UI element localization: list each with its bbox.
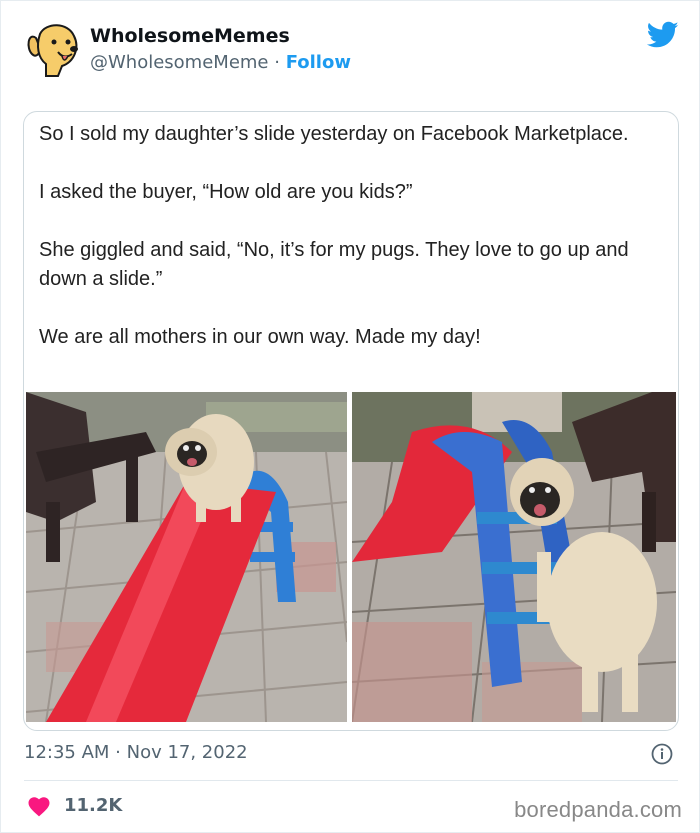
- pug-by-ladder-photo: [352, 392, 676, 722]
- watermark: boredpanda.com: [514, 797, 682, 822]
- meme-line: We are all mothers in our own way. Made …: [39, 326, 481, 348]
- meme-line: She giggled and said, “No, it’s for my p…: [39, 239, 629, 290]
- handle-row: @WholesomeMeme · Follow: [90, 52, 351, 73]
- tweet-timestamp[interactable]: 12:35 AM · Nov 17, 2022: [24, 742, 248, 763]
- like-count[interactable]: 11.2K: [64, 795, 122, 816]
- heart-icon[interactable]: [27, 795, 51, 817]
- handle[interactable]: @WholesomeMeme: [90, 52, 269, 73]
- meme-line: So I sold my daughter’s slide yesterday …: [39, 123, 629, 145]
- twitter-bird-icon[interactable]: [646, 21, 679, 49]
- display-name[interactable]: WholesomeMemes: [90, 25, 290, 47]
- meme-line: I asked the buyer, “How old are you kids…: [39, 181, 413, 203]
- tweet-header: WholesomeMemes @WholesomeMeme · Follow: [24, 18, 684, 84]
- meme-image[interactable]: So I sold my daughter’s slide yesterday …: [23, 111, 679, 731]
- info-icon[interactable]: [651, 743, 673, 765]
- pug-on-slide-photo: [26, 392, 347, 722]
- avatar[interactable]: [24, 18, 84, 78]
- divider: [24, 780, 678, 781]
- tweet-card: WholesomeMemes @WholesomeMeme · Follow S…: [0, 0, 700, 833]
- follow-button[interactable]: Follow: [286, 52, 351, 73]
- meme-caption: So I sold my daughter’s slide yesterday …: [39, 120, 659, 381]
- separator: ·: [268, 52, 286, 73]
